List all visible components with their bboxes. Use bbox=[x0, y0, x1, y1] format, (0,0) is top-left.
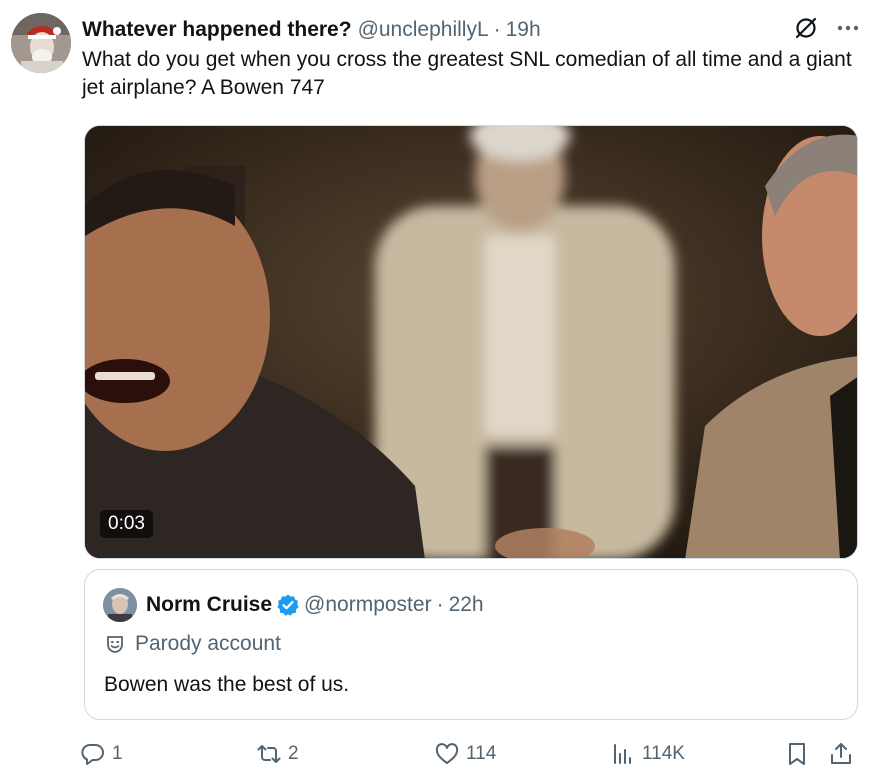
parody-label: Parody account bbox=[105, 629, 281, 659]
tweet-time[interactable]: 19h bbox=[506, 18, 541, 42]
views-icon bbox=[614, 744, 631, 764]
like-icon bbox=[435, 743, 459, 764]
views-count: 114K bbox=[642, 743, 685, 764]
author-handle[interactable]: @unclephillyL bbox=[358, 18, 489, 42]
reply-icon bbox=[81, 744, 104, 765]
retweet-count: 2 bbox=[288, 743, 299, 764]
action-bar: 1 2 114 114K bbox=[80, 736, 870, 772]
bookmark-button[interactable] bbox=[784, 736, 816, 772]
reply-count: 1 bbox=[112, 743, 123, 764]
tweet-text: What do you get when you cross the great… bbox=[82, 48, 852, 99]
quoted-tweet-text: Bowen was the best of us. bbox=[104, 673, 350, 696]
quoted-author-name[interactable]: Norm Cruise bbox=[146, 593, 272, 617]
views-button[interactable]: 114K bbox=[610, 736, 685, 772]
quoted-tweet-time[interactable]: 22h bbox=[449, 593, 484, 617]
share-button[interactable] bbox=[828, 736, 860, 772]
verified-icon bbox=[277, 594, 299, 616]
quoted-author-handle[interactable]: @normposter bbox=[304, 593, 432, 617]
share-icon bbox=[831, 743, 851, 764]
quoted-author-avatar[interactable] bbox=[103, 588, 137, 622]
quoted-tweet[interactable]: Norm Cruise @normposter · 22h Parody acc… bbox=[84, 569, 858, 720]
separator-dot: · bbox=[493, 18, 501, 41]
author-avatar[interactable] bbox=[11, 13, 71, 73]
quoted-separator-dot: · bbox=[436, 593, 444, 616]
reply-button[interactable]: 1 bbox=[80, 736, 123, 772]
grok-icon[interactable] bbox=[792, 14, 820, 42]
like-button[interactable]: 114 bbox=[434, 736, 496, 772]
parody-label-text: Parody account bbox=[135, 632, 281, 655]
parody-mask-icon bbox=[107, 636, 123, 653]
quoted-tweet-header: Norm Cruise @normposter · 22h bbox=[146, 590, 484, 620]
like-count: 114 bbox=[466, 743, 497, 764]
retweet-icon bbox=[257, 745, 281, 763]
tweet-header: Whatever happened there? @unclephillyL ·… bbox=[82, 14, 838, 46]
video-duration: 0:03 bbox=[100, 510, 153, 538]
bookmark-icon bbox=[789, 743, 805, 765]
author-name[interactable]: Whatever happened there? bbox=[82, 18, 352, 42]
video-frame bbox=[85, 126, 857, 558]
retweet-button[interactable]: 2 bbox=[256, 736, 299, 772]
video-player[interactable]: 0:03 bbox=[84, 125, 858, 559]
more-icon[interactable] bbox=[834, 14, 862, 42]
avatar-image bbox=[11, 13, 71, 73]
